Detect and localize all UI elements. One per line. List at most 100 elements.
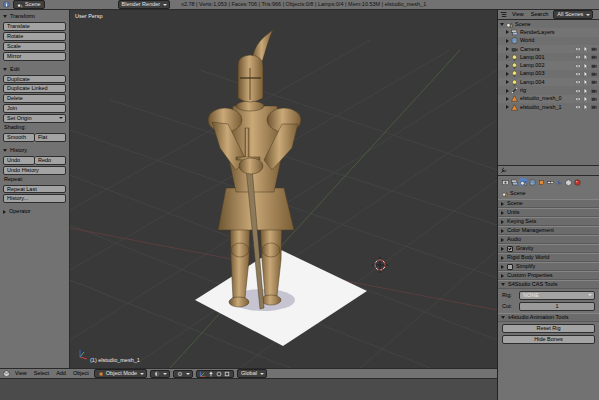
expand-toggle[interactable] bbox=[506, 30, 509, 34]
expand-toggle[interactable] bbox=[501, 202, 504, 206]
outliner-row[interactable]: Lamp.001 bbox=[498, 53, 599, 61]
expand-toggle[interactable] bbox=[506, 64, 509, 68]
outliner-row[interactable]: Lamp.003 bbox=[498, 70, 599, 78]
expand-toggle[interactable] bbox=[501, 316, 505, 319]
expand-toggle[interactable] bbox=[501, 265, 504, 269]
panel-header[interactable]: Simplify bbox=[498, 262, 599, 271]
expand-toggle[interactable] bbox=[501, 247, 504, 251]
panel-header[interactable]: Units bbox=[498, 208, 599, 217]
outliner-row[interactable]: elstudio_mesh_1 bbox=[498, 103, 599, 111]
panel-header[interactable]: Edit bbox=[3, 65, 66, 74]
tool-button[interactable]: Join bbox=[3, 104, 66, 113]
tool-button[interactable]: Undo bbox=[3, 156, 35, 165]
3d-cursor-icon[interactable] bbox=[372, 257, 388, 273]
field-dropdown[interactable]: NONE bbox=[519, 291, 595, 300]
outliner-row[interactable]: elstudio_mesh_0 bbox=[498, 95, 599, 103]
expand-toggle[interactable] bbox=[506, 47, 509, 51]
context-tab[interactable] bbox=[573, 178, 581, 186]
mode-dropdown[interactable]: Object Mode bbox=[94, 369, 147, 378]
screen-selector[interactable]: Scene bbox=[13, 0, 45, 9]
menu-item[interactable]: View bbox=[13, 370, 29, 377]
panel-header[interactable]: History bbox=[3, 146, 66, 155]
expand-toggle[interactable] bbox=[3, 210, 6, 214]
expand-toggle[interactable] bbox=[506, 89, 509, 93]
outliner-row[interactable]: Lamp.004 bbox=[498, 78, 599, 86]
render-engine-dropdown[interactable]: Blender Render bbox=[118, 0, 171, 9]
viewport-shading-dropdown[interactable] bbox=[150, 370, 170, 378]
operator-panel-header[interactable]: Operator bbox=[3, 207, 66, 216]
tool-dropdown[interactable]: Set Origin bbox=[3, 114, 66, 123]
expand-toggle[interactable] bbox=[3, 15, 7, 18]
expand-toggle[interactable] bbox=[501, 256, 504, 260]
expand-toggle[interactable] bbox=[501, 283, 505, 286]
menu-item[interactable]: Select bbox=[32, 370, 51, 377]
menu-item[interactable]: Object bbox=[71, 370, 91, 377]
expand-toggle[interactable] bbox=[506, 72, 509, 76]
tool-button[interactable]: Undo History bbox=[3, 166, 66, 175]
panel-header[interactable]: Gravity bbox=[498, 244, 599, 253]
outliner-row[interactable]: Lamp.002 bbox=[498, 61, 599, 69]
tool-button[interactable]: Duplicate Linked bbox=[3, 84, 66, 93]
expand-toggle[interactable] bbox=[506, 39, 509, 43]
context-tab[interactable] bbox=[564, 178, 572, 186]
viewport-scene[interactable] bbox=[70, 10, 497, 368]
tool-button[interactable]: History... bbox=[3, 194, 66, 203]
tool-button[interactable]: Smooth bbox=[3, 133, 35, 142]
expand-toggle[interactable] bbox=[501, 220, 504, 224]
3d-viewport[interactable]: User Persp (1) elstudio_mesh_1 bbox=[70, 10, 497, 368]
context-tab[interactable] bbox=[519, 178, 527, 186]
expand-toggle[interactable] bbox=[501, 229, 504, 233]
knight-model[interactable] bbox=[208, 30, 301, 309]
panel-header[interactable]: Transform bbox=[3, 12, 66, 21]
context-tab[interactable] bbox=[528, 178, 536, 186]
expand-toggle[interactable] bbox=[500, 23, 504, 26]
tool-button[interactable]: Repeat Last bbox=[3, 185, 66, 194]
panel-header[interactable]: Keying Sets bbox=[498, 217, 599, 226]
number-field[interactable]: 1 bbox=[519, 302, 595, 311]
outliner-row[interactable]: rig bbox=[498, 86, 599, 94]
context-tab[interactable] bbox=[555, 178, 563, 186]
tool-button[interactable]: Duplicate bbox=[3, 75, 66, 84]
context-tab[interactable] bbox=[546, 178, 554, 186]
menu-item[interactable]: View bbox=[510, 11, 526, 18]
menu-item[interactable]: Search bbox=[529, 11, 550, 18]
tool-button[interactable]: Rotate bbox=[3, 32, 66, 41]
expand-toggle[interactable] bbox=[506, 80, 509, 84]
expand-toggle[interactable] bbox=[506, 55, 509, 59]
expand-toggle[interactable] bbox=[501, 274, 504, 278]
panel-checkbox[interactable] bbox=[507, 264, 513, 270]
panel-header[interactable]: Custom Properties bbox=[498, 271, 599, 280]
context-tab[interactable] bbox=[501, 178, 509, 186]
menu-item[interactable]: Add bbox=[54, 370, 68, 377]
pivot-point-dropdown[interactable] bbox=[173, 370, 193, 378]
panel-header[interactable]: Rigid Body World bbox=[498, 253, 599, 262]
panel-button[interactable]: Reset Rig bbox=[502, 324, 595, 333]
tool-button[interactable]: Mirror bbox=[3, 52, 66, 61]
context-tab[interactable] bbox=[510, 178, 518, 186]
expand-toggle[interactable] bbox=[501, 238, 504, 242]
panel-header[interactable]: Audio bbox=[498, 235, 599, 244]
panel-checkbox[interactable] bbox=[507, 246, 513, 252]
tool-button[interactable]: Scale bbox=[3, 42, 66, 51]
expand-toggle[interactable] bbox=[3, 149, 7, 152]
manipulator-toggles[interactable] bbox=[196, 370, 234, 378]
tool-button[interactable]: Flat bbox=[35, 133, 66, 142]
panel-header[interactable]: S4Studio CAS Tools bbox=[498, 280, 599, 289]
orientation-dropdown[interactable]: Global bbox=[237, 369, 267, 378]
panel-header[interactable]: s4studio Animation Tools bbox=[498, 313, 599, 322]
tool-button[interactable]: Redo bbox=[35, 156, 66, 165]
expand-toggle[interactable] bbox=[501, 211, 504, 215]
expand-toggle[interactable] bbox=[506, 97, 509, 101]
outliner-row[interactable]: RenderLayers bbox=[498, 28, 599, 36]
expand-toggle[interactable] bbox=[3, 68, 7, 71]
display-mode-dropdown[interactable]: All Scenes bbox=[553, 10, 593, 19]
panel-button[interactable]: Hide Bones bbox=[502, 335, 595, 344]
outliner-row[interactable]: Scene bbox=[498, 20, 599, 28]
context-tab[interactable] bbox=[537, 178, 545, 186]
panel-header[interactable]: Scene bbox=[498, 199, 599, 208]
tool-button[interactable]: Translate bbox=[3, 22, 66, 31]
panel-header[interactable]: Color Management bbox=[498, 226, 599, 235]
expand-toggle[interactable] bbox=[506, 105, 509, 109]
tool-button[interactable]: Delete bbox=[3, 94, 66, 103]
outliner-row[interactable]: Camera bbox=[498, 45, 599, 53]
